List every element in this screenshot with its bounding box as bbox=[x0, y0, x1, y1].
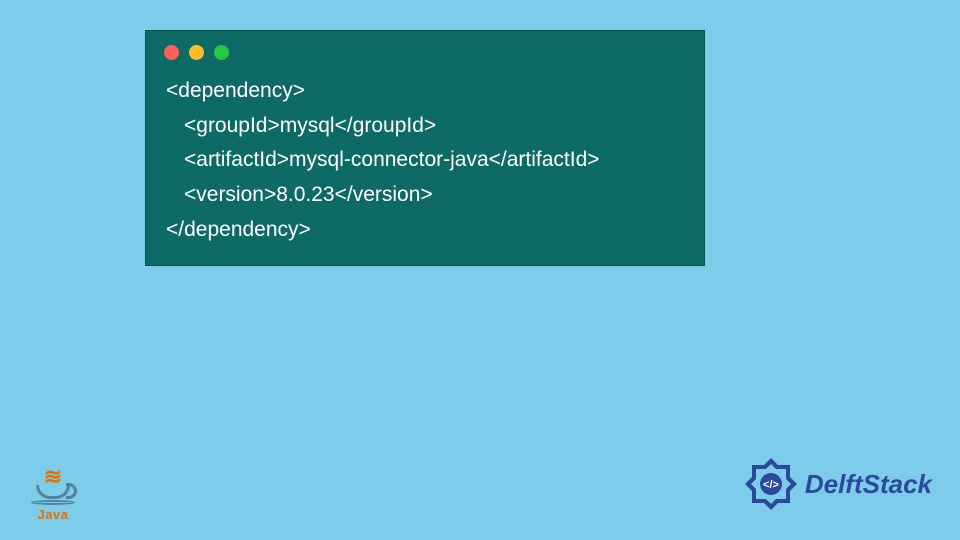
maximize-icon[interactable] bbox=[214, 45, 229, 60]
close-icon[interactable] bbox=[164, 45, 179, 60]
java-logo: ≋ Java bbox=[28, 470, 78, 522]
java-saucer-icon bbox=[31, 500, 75, 505]
code-body: <dependency> <groupId>mysql</groupId> <a… bbox=[146, 66, 704, 265]
java-label: Java bbox=[28, 507, 78, 522]
window-controls bbox=[146, 31, 704, 66]
java-cup-icon bbox=[36, 485, 70, 499]
code-line: <version>8.0.23</version> bbox=[166, 178, 684, 213]
code-line: <groupId>mysql</groupId> bbox=[166, 109, 684, 144]
delft-badge-text: </> bbox=[763, 479, 779, 491]
code-line: </dependency> bbox=[166, 213, 684, 248]
code-line: <dependency> bbox=[166, 74, 684, 109]
java-steam-icon: ≋ bbox=[28, 470, 78, 483]
code-window: <dependency> <groupId>mysql</groupId> <a… bbox=[145, 30, 705, 266]
delftstack-label: DelftStack bbox=[805, 469, 932, 500]
delftstack-logo: </> DelftStack bbox=[743, 456, 932, 512]
code-line: <artifactId>mysql-connector-java</artifa… bbox=[166, 143, 684, 178]
delftstack-badge-icon: </> bbox=[743, 456, 799, 512]
minimize-icon[interactable] bbox=[189, 45, 204, 60]
